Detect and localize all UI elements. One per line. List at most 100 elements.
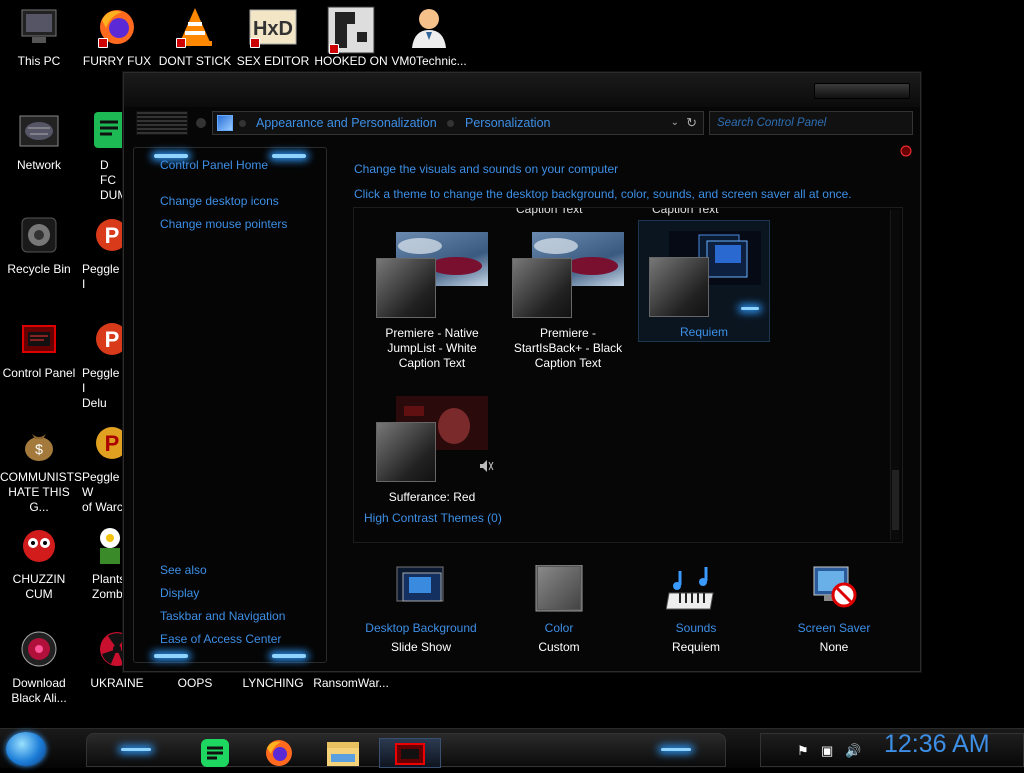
desktop-icon-dfc-dumb[interactable]: D FC DUMB	[78, 110, 124, 203]
desktop-icon-chuzzin[interactable]: CHUZZIN CUM	[0, 524, 78, 602]
main-content: Change the visuals and sounds on your co…	[335, 147, 917, 663]
theme-list-scrollbar[interactable]	[890, 210, 900, 540]
breadcrumb-separator-icon	[239, 120, 246, 127]
scrollbar-thumb[interactable]	[892, 470, 899, 530]
glow-decoration	[272, 654, 306, 658]
firefox-icon	[96, 6, 138, 48]
desktop-icon-peggle-1[interactable]: P Peggle I	[78, 214, 124, 292]
breadcrumb-personalization[interactable]: Personalization	[465, 112, 550, 134]
refresh-icon[interactable]: ↻	[686, 112, 697, 134]
taskbar-shelf	[86, 733, 726, 768]
high-contrast-themes-link[interactable]: High Contrast Themes (0)	[364, 511, 502, 525]
glow-decoration	[741, 307, 759, 310]
back-forward-buttons[interactable]	[136, 111, 188, 135]
start-button[interactable]	[6, 732, 46, 766]
address-bar[interactable]: Appearance and Personalization Personali…	[212, 111, 704, 135]
color-icon	[529, 564, 589, 613]
theme-item-premiere-native[interactable]: Premiere - Native JumpList - White Capti…	[366, 222, 498, 371]
clock[interactable]: 12:36 AM	[884, 730, 990, 759]
desktop-icon-furry-fux[interactable]: FURRY FUX	[78, 6, 156, 69]
sound-icon	[480, 460, 494, 472]
network-icon	[18, 110, 60, 152]
taskbar-app-sheets[interactable]	[193, 738, 237, 768]
ease-of-access-link[interactable]: Ease of Access Center	[160, 632, 281, 646]
screen-saver-icon	[804, 565, 864, 613]
window-controls[interactable]	[814, 83, 910, 99]
title-bar[interactable]	[124, 73, 920, 107]
window-preview	[512, 258, 572, 318]
navigation-bar: Appearance and Personalization Personali…	[124, 107, 920, 141]
search-input[interactable]: Search Control Panel	[709, 111, 913, 135]
theme-item-premiere-startisback[interactable]: Premiere - StartIsBack+ - Black Caption …	[502, 222, 634, 371]
svg-text:P: P	[105, 431, 120, 456]
plants-icon	[80, 524, 122, 566]
theme-item-requiem[interactable]: Requiem	[638, 220, 770, 342]
help-icon[interactable]	[900, 145, 912, 157]
desktop-icon-control-panel[interactable]: Control Panel	[0, 318, 78, 381]
desktop-icon-network[interactable]: Network	[0, 110, 78, 173]
desktop-icon-dont-stick[interactable]: DONT STICK	[156, 6, 234, 69]
hxd-icon: HxD	[248, 6, 298, 48]
taskbar-navigation-link[interactable]: Taskbar and Navigation	[160, 609, 285, 623]
vlc-icon	[174, 6, 216, 48]
desktop-background-setting[interactable]: Desktop Background Slide Show	[351, 565, 491, 654]
window-preview	[376, 258, 436, 318]
flag-icon[interactable]: ⚑	[797, 743, 809, 759]
theme-thumbnail	[502, 222, 634, 320]
desktop-icon-peggle-warcraft[interactable]: P Peggle W of Warc	[78, 422, 124, 515]
desktop-icon-vm0technic[interactable]: VM0Technic...	[390, 6, 468, 69]
desktop-icon-download-black-ali[interactable]: Download Black Ali...	[0, 628, 78, 706]
theme-settings-bar: Desktop Background Slide Show Color Cust…	[335, 564, 917, 663]
desktop-icon-plants-zombies[interactable]: Plants Zomb	[78, 524, 124, 602]
taskbar-app-firefox[interactable]	[257, 738, 301, 768]
change-mouse-pointers-link[interactable]: Change mouse pointers	[160, 217, 287, 231]
desktop-icon-communists[interactable]: $ COMMUNISTS HATE THIS G...	[0, 422, 82, 515]
display-link[interactable]: Display	[160, 586, 199, 600]
cut-caption: Caption Text	[652, 207, 719, 216]
page-subheading: Click a theme to change the desktop back…	[354, 187, 852, 201]
sounds-setting[interactable]: Sounds Requiem	[626, 565, 766, 654]
sounds-icon	[665, 565, 726, 613]
svg-text:P: P	[105, 223, 120, 248]
svg-text:$: $	[35, 441, 43, 457]
theme-list[interactable]: Caption Text Caption Text Premiere - Nat…	[353, 207, 903, 543]
theme-thumbnail	[366, 222, 498, 320]
peggle-icon: P	[80, 318, 124, 360]
chevron-down-icon[interactable]: ⌄	[671, 112, 679, 134]
control-panel-icon	[18, 318, 60, 360]
recent-pages-icon[interactable]	[196, 118, 206, 128]
cut-caption: Caption Text	[516, 207, 583, 216]
theme-thumbnail	[366, 386, 498, 484]
glow-decoration	[661, 748, 691, 751]
taskbar-app-file-explorer[interactable]	[321, 738, 365, 768]
desktop-icon-hooked-on[interactable]: HOOKED ON	[312, 6, 390, 69]
window-preview	[649, 257, 709, 317]
desktop-icon-peggle-deluxe[interactable]: P Peggle I Delu	[78, 318, 124, 411]
screen-saver-setting[interactable]: Screen Saver None	[764, 565, 904, 654]
black-ali-icon	[18, 628, 60, 670]
control-panel-home-link[interactable]: Control Panel Home	[160, 158, 268, 172]
window-preview	[376, 422, 436, 482]
desktop-icon-this-pc[interactable]: This PC	[0, 6, 78, 69]
recycle-bin-icon	[18, 214, 60, 256]
network-icon[interactable]: ▣	[821, 743, 833, 759]
change-desktop-icons-link[interactable]: Change desktop icons	[160, 194, 279, 208]
sheets-icon	[201, 739, 229, 767]
taskbar-app-control-panel[interactable]	[379, 738, 441, 768]
doctor-icon	[408, 6, 450, 48]
desktop-icon-recycle-bin[interactable]: Recycle Bin	[0, 214, 78, 277]
control-panel-icon	[395, 743, 425, 765]
desktop-background-icon	[391, 565, 451, 613]
sidebar: Control Panel Home Change desktop icons …	[133, 147, 327, 663]
firefox-icon	[266, 740, 292, 766]
desktop-icon-sex-editor[interactable]: HxD SEX EDITOR	[234, 6, 312, 69]
theme-item-sufferance-red[interactable]: Sufferance: Red	[366, 386, 498, 505]
page-heading: Change the visuals and sounds on your co…	[354, 162, 619, 176]
breadcrumb-appearance[interactable]: Appearance and Personalization	[256, 112, 437, 134]
personalization-window: Appearance and Personalization Personali…	[123, 72, 921, 672]
theme-thumbnail	[639, 221, 771, 319]
peggle-icon: P	[80, 214, 124, 256]
color-setting[interactable]: Color Custom	[489, 564, 629, 654]
svg-text:P: P	[105, 327, 120, 352]
volume-icon[interactable]: 🔊	[845, 743, 861, 759]
